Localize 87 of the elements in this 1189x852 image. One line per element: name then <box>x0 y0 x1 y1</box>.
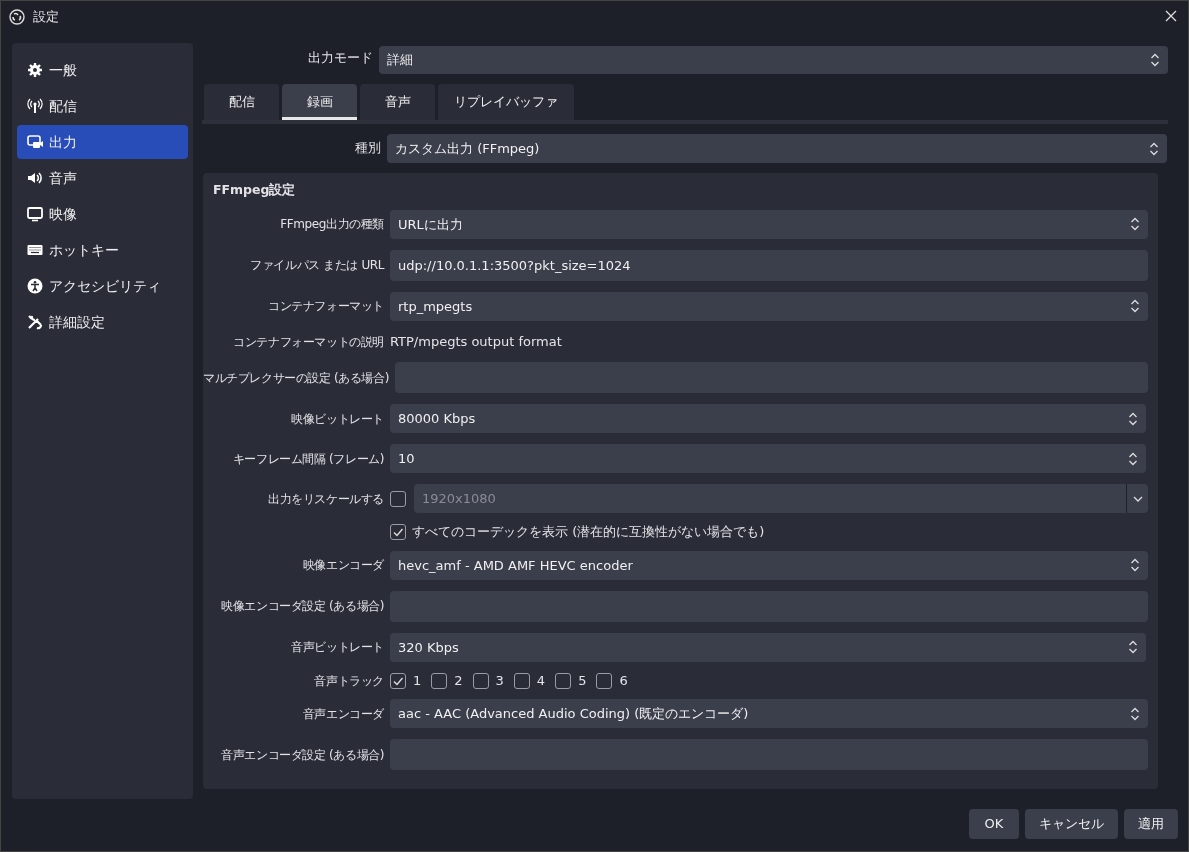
monitor-icon <box>27 206 43 222</box>
checkbox[interactable] <box>431 672 448 689</box>
tools-icon <box>27 314 43 330</box>
spin-field[interactable]: 10 <box>390 444 1146 474</box>
sidebar-item[interactable]: 音声 <box>17 161 188 195</box>
accessibility-icon <box>27 278 43 294</box>
app-logo-icon <box>9 8 25 25</box>
field-label: 映像エンコーダ設定 (ある場合) <box>220 598 384 616</box>
field-label: ファイルパス または URL <box>249 257 384 275</box>
speaker-icon <box>27 170 43 186</box>
type-select[interactable]: カスタム出力 (FFmpeg) <box>387 134 1167 163</box>
track-label: 6 <box>619 671 628 690</box>
field-label: 音声トラック <box>313 672 384 690</box>
dialog-button[interactable]: OK <box>969 809 1019 839</box>
tab[interactable]: 配信 <box>204 84 279 120</box>
sidebar-item[interactable]: 一般 <box>17 53 188 87</box>
track-label: 3 <box>495 671 504 690</box>
updown-arrows-icon <box>1130 705 1140 722</box>
dialog-button[interactable]: 適用 <box>1124 809 1178 839</box>
field-label: コンテナフォーマット <box>267 298 384 316</box>
spin-arrows-icon <box>1128 639 1138 656</box>
field-label: 音声エンコーダ <box>301 705 384 723</box>
field-value: URLに出力 <box>398 215 463 234</box>
select-field[interactable]: aac - AAC (Advanced Audio Coding) (既定のエンコーダ) <box>390 699 1148 729</box>
checkbox[interactable] <box>390 524 406 540</box>
field-label: 音声エンコーダ設定 (ある場合) <box>220 746 384 764</box>
field-value: 80000 Kbps <box>398 410 476 428</box>
field-label: 映像エンコーダ <box>301 557 384 575</box>
checkbox[interactable] <box>555 672 572 689</box>
field-label: 音声ビットレート <box>290 639 384 657</box>
field-value: 10 <box>398 450 415 468</box>
select-field[interactable]: hevc_amf - AMD AMF HEVC encoder <box>390 550 1148 580</box>
spin-field[interactable]: 320 Kbps <box>390 632 1146 662</box>
field-label: 出力モード <box>307 49 373 68</box>
field-label: 出力をリスケールする <box>267 490 384 508</box>
track-label: 2 <box>454 671 463 690</box>
checkbox[interactable] <box>472 672 489 689</box>
field-value: 320 Kbps <box>398 638 459 657</box>
dialog-button[interactable]: キャンセル <box>1025 809 1118 839</box>
sidebar-item[interactable]: 映像 <box>17 197 188 231</box>
screen-camera-icon <box>27 134 43 150</box>
settings-icon <box>27 62 43 78</box>
antenna-icon <box>27 98 43 114</box>
field-value: 詳細 <box>387 51 413 70</box>
spin-field[interactable]: 80000 Kbps <box>390 404 1146 434</box>
field-label: FFmpeg出力の種類 <box>279 216 384 234</box>
spin-arrows-icon <box>1128 450 1138 467</box>
tab[interactable]: 録画 <box>282 84 357 120</box>
sidebar-item[interactable]: 出力 <box>17 125 188 159</box>
field-value: 1920x1080 <box>422 490 496 508</box>
track-label: 5 <box>578 671 587 690</box>
field-value: hevc_amf - AMD AMF HEVC encoder <box>398 556 633 575</box>
field-label: 映像ビットレート <box>290 410 384 428</box>
track-label: 1 <box>413 671 422 690</box>
updown-arrows-icon <box>1130 298 1140 315</box>
checkbox[interactable] <box>596 672 613 689</box>
spin-arrows-icon <box>1128 410 1138 427</box>
text-field[interactable]: udp://10.0.1.1:3500?pkt_size=1024 <box>390 249 1148 281</box>
updown-arrows-icon <box>1130 557 1140 574</box>
field-label: キーフレーム間隔 (フレーム) <box>231 450 384 468</box>
updown-arrows-icon <box>1150 52 1160 68</box>
tab[interactable]: リプレイバッファ <box>438 84 574 120</box>
keyboard-icon <box>27 242 43 258</box>
updown-arrows-icon <box>1149 140 1159 157</box>
window-title: 設定 <box>33 7 59 26</box>
checkbox[interactable] <box>513 672 530 689</box>
field-label: コンテナフォーマットの説明 <box>232 333 384 351</box>
group-title: FFmpeg設定 <box>212 181 297 199</box>
sidebar-item[interactable]: ホットキー <box>17 233 188 267</box>
output-mode-select[interactable]: 詳細 <box>379 46 1168 74</box>
field-value: カスタム出力 (FFmpeg) <box>395 139 540 158</box>
field-label: マルチプレクサーの設定 (ある場合) <box>203 369 389 387</box>
select-field[interactable]: URLに出力 <box>390 209 1148 239</box>
field-value: rtp_mpegts <box>398 297 473 316</box>
info-text: RTP/mpegts output format <box>390 332 562 351</box>
sidebar-item[interactable]: アクセシビリティ <box>17 269 188 303</box>
tab[interactable]: 音声 <box>360 84 435 120</box>
updown-arrows-icon <box>1130 216 1140 233</box>
sidebar-item[interactable]: 詳細設定 <box>17 305 188 339</box>
sidebar-item[interactable]: 配信 <box>17 89 188 123</box>
track-label: 4 <box>536 671 546 690</box>
field-value: udp://10.0.1.1:3500?pkt_size=1024 <box>398 256 631 275</box>
field-label: 種別 <box>354 139 381 158</box>
select-field[interactable]: rtp_mpegts <box>390 291 1148 321</box>
field-value: aac - AAC (Advanced Audio Coding) (既定のエンコーダ) <box>398 705 749 723</box>
checkbox[interactable] <box>390 672 406 689</box>
checkbox-label: すべてのコーデックを表示 (潜在的に互換性がない場合でも) <box>412 523 765 542</box>
